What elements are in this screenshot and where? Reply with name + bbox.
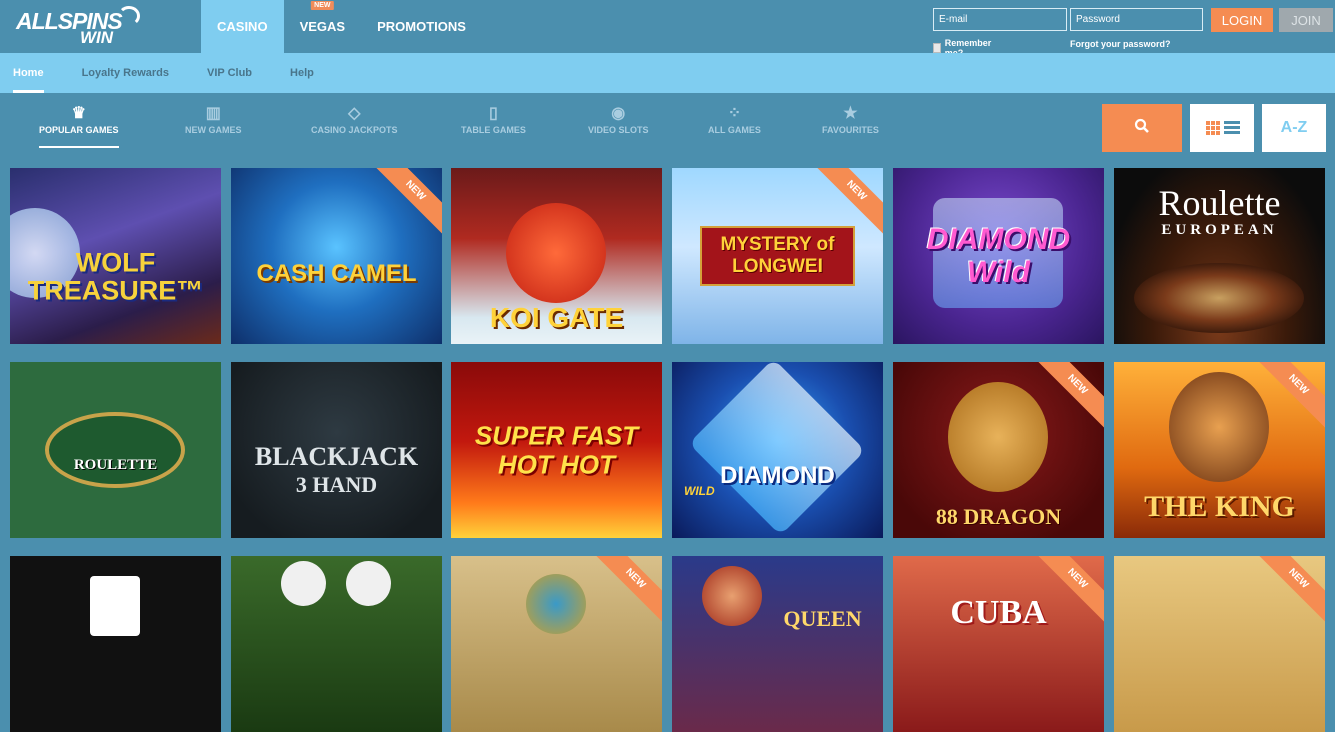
- game-title: 88 DRAGON: [935, 504, 1062, 529]
- remember-checkbox[interactable]: [933, 43, 941, 53]
- top-bar: ALLSPINS WIN CASINO NEW VEGAS PROMOTIONS…: [0, 0, 1335, 58]
- new-ribbon-label: NEW: [1065, 566, 1090, 591]
- category-label: TABLE GAMES: [461, 125, 526, 135]
- game-title: CASH CAMEL: [256, 259, 417, 287]
- new-ribbon-label: NEW: [403, 178, 428, 203]
- game-title: THE KING: [1144, 490, 1295, 523]
- game-subtitle: WILD: [684, 484, 715, 498]
- new-ribbon: NEW: [581, 556, 662, 633]
- forgot-password-link[interactable]: Forgot your password?: [1070, 39, 1171, 49]
- main-nav-vegas[interactable]: NEW VEGAS: [284, 0, 362, 53]
- diamond-icon: ◇: [348, 105, 361, 122]
- game-tile[interactable]: DIAMOND Wild: [893, 168, 1104, 344]
- game-tile[interactable]: Roulette EUROPEAN: [1114, 168, 1325, 344]
- category-label: ALL GAMES: [708, 125, 761, 135]
- category-label: CASINO JACKPOTS: [311, 125, 398, 135]
- logo-text-sub: WIN: [80, 28, 114, 47]
- game-title: MYSTERY of LONGWEI: [700, 226, 855, 286]
- main-nav-label: CASINO: [217, 19, 268, 34]
- game-tile[interactable]: KOI GATE: [451, 168, 662, 344]
- dice-icon: ⁘: [727, 105, 742, 122]
- sub-nav-home[interactable]: Home: [13, 53, 44, 93]
- category-label: POPULAR GAMES: [39, 125, 119, 135]
- game-tile[interactable]: QUEEN: [672, 556, 883, 732]
- main-nav-casino[interactable]: CASINO: [201, 0, 284, 53]
- category-new-games[interactable]: ▥ NEW GAMES: [185, 103, 242, 135]
- category-table-games[interactable]: ▯ TABLE GAMES: [461, 103, 526, 135]
- slot-machine-icon: ▥: [205, 105, 221, 122]
- game-tile[interactable]: SUPER FAST HOT HOT: [451, 362, 662, 538]
- game-title: BLACKJACK: [254, 442, 419, 471]
- category-casino-jackpots[interactable]: ◇ CASINO JACKPOTS: [311, 103, 398, 135]
- main-nav-label: VEGAS: [299, 19, 346, 34]
- game-title: Roulette: [1158, 183, 1281, 223]
- view-toggle-button[interactable]: [1190, 104, 1254, 152]
- brand-logo[interactable]: ALLSPINS WIN: [16, 6, 140, 47]
- sub-nav-vip-club[interactable]: VIP Club: [207, 53, 252, 93]
- password-field[interactable]: [1070, 8, 1203, 31]
- new-ribbon-label: NEW: [1065, 372, 1090, 397]
- search-icon: [1134, 118, 1149, 133]
- category-all-games[interactable]: ⁘ ALL GAMES: [708, 103, 761, 135]
- star-icon: ★: [843, 105, 858, 122]
- category-video-slots[interactable]: ◉ VIDEO SLOTS: [588, 103, 649, 135]
- game-tile[interactable]: CUBA NEW: [893, 556, 1104, 732]
- email-field[interactable]: [933, 8, 1067, 31]
- new-ribbon: NEW: [361, 168, 442, 245]
- category-label: VIDEO SLOTS: [588, 125, 649, 135]
- sub-nav-help[interactable]: Help: [290, 53, 314, 93]
- logo-swoosh-icon: [118, 6, 140, 26]
- list-view-icon[interactable]: [1224, 121, 1240, 135]
- game-title: DIAMOND Wild: [926, 223, 1071, 289]
- category-popular-games[interactable]: ♛ POPULAR GAMES: [39, 103, 119, 148]
- game-tile[interactable]: WOLF TREASURE™: [10, 168, 221, 344]
- sort-az-button[interactable]: A-Z: [1262, 104, 1326, 152]
- category-favourites[interactable]: ★ FAVOURITES: [822, 103, 879, 135]
- game-tile[interactable]: THE KING NEW: [1114, 362, 1325, 538]
- game-title: ROULETTE: [73, 457, 158, 473]
- new-ribbon-label: NEW: [1286, 372, 1311, 397]
- game-tile[interactable]: ROULETTE: [10, 362, 221, 538]
- category-label: NEW GAMES: [185, 125, 242, 135]
- category-label: FAVOURITES: [822, 125, 879, 135]
- game-tile[interactable]: NEW: [1114, 556, 1325, 732]
- game-tile[interactable]: MYSTERY of LONGWEI NEW: [672, 168, 883, 344]
- game-tile[interactable]: DIAMOND WILD: [672, 362, 883, 538]
- join-button[interactable]: JOIN: [1279, 8, 1333, 32]
- new-ribbon-label: NEW: [1286, 566, 1311, 591]
- game-tile[interactable]: BLACKJACK 3 HAND: [231, 362, 442, 538]
- grid-view-icon[interactable]: [1206, 121, 1220, 135]
- new-ribbon-label: NEW: [623, 566, 648, 591]
- game-title: KOI GATE: [489, 301, 624, 333]
- sub-nav-loyalty-rewards[interactable]: Loyalty Rewards: [82, 53, 169, 93]
- game-tile[interactable]: [10, 556, 221, 732]
- game-title: QUEEN: [783, 606, 862, 631]
- cards-icon: ▯: [489, 105, 498, 122]
- game-tile[interactable]: [231, 556, 442, 732]
- new-badge: NEW: [311, 1, 334, 10]
- game-tile[interactable]: CASH CAMEL NEW: [231, 168, 442, 344]
- search-button[interactable]: [1102, 104, 1182, 152]
- game-title: SUPER FAST HOT HOT: [474, 420, 639, 479]
- sub-nav: Home Loyalty Rewards VIP Club Help: [0, 53, 1335, 93]
- new-ribbon: NEW: [1244, 556, 1325, 633]
- chip-icon: ◉: [611, 105, 626, 122]
- main-nav-label: PROMOTIONS: [377, 19, 466, 34]
- new-ribbon-label: NEW: [844, 178, 869, 203]
- game-tile[interactable]: NEW: [451, 556, 662, 732]
- login-button[interactable]: LOGIN: [1211, 8, 1273, 32]
- active-underline: [39, 146, 119, 148]
- game-subtitle: EUROPEAN: [1161, 222, 1278, 238]
- game-title: WOLF TREASURE™: [27, 247, 204, 307]
- crown-icon: ♛: [71, 105, 86, 122]
- game-tile[interactable]: 88 DRAGON NEW: [893, 362, 1104, 538]
- main-nav-promotions[interactable]: PROMOTIONS: [361, 0, 482, 53]
- game-title: CUBA: [950, 594, 1047, 631]
- main-nav: CASINO NEW VEGAS PROMOTIONS: [201, 0, 482, 53]
- game-subtitle: 3 HAND: [295, 472, 378, 497]
